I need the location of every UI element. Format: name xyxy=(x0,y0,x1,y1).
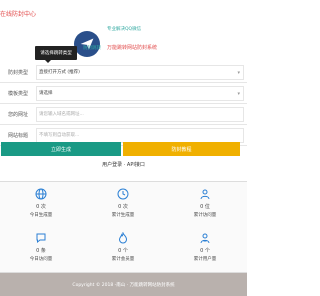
tooltip-text: 请选择跳转类型 xyxy=(40,51,72,56)
brand-left-text: 防封跳转 xyxy=(83,46,101,51)
stat-value: 0 位 xyxy=(200,204,210,210)
url-input[interactable]: 请您输入域名或网址... xyxy=(36,106,244,122)
stat-total-members: 0 个 累计会员量 xyxy=(82,232,164,262)
brand-slogan: 万能跳转网站防封系统 xyxy=(107,45,158,51)
template-label: 模板类型 xyxy=(8,90,29,97)
chevron-down-icon: ▾ xyxy=(237,90,240,97)
generate-button[interactable]: 立即生成 xyxy=(1,142,121,156)
stat-label: 今日访问量 xyxy=(29,257,53,262)
stat-value: 0 个 xyxy=(118,248,128,254)
url-row: 您的网址 请您输入域名或网址... xyxy=(0,104,247,125)
stat-label: 累计生成量 xyxy=(111,213,135,218)
title-placeholder: 不填写则自动获取... xyxy=(39,133,80,138)
stat-today-generated: 0 次 今日生成量 xyxy=(0,188,82,218)
chevron-down-icon: ▾ xyxy=(237,69,240,76)
template-row: 模板类型 请选择 ▾ xyxy=(0,83,247,104)
stat-label: 累计访问量 xyxy=(193,213,217,218)
jump-type-row: 防封类型 直接打开方式 (推荐) ▾ xyxy=(0,62,247,83)
globe-icon xyxy=(35,188,47,200)
template-value: 请选择 xyxy=(39,91,53,96)
stat-value: 0 条 xyxy=(36,248,46,254)
stat-value: 0 次 xyxy=(36,204,46,210)
jump-type-tooltip: 请选择跳转类型 xyxy=(35,46,77,63)
help-button[interactable]: 防封教程 xyxy=(123,142,240,156)
brand-logo xyxy=(74,31,100,57)
copyright-text: Copyright © 2018 -南山 · 万能跳转网站防封系统 xyxy=(72,282,175,288)
jump-form: 防封类型 直接打开方式 (推荐) ▾ 模板类型 请选择 ▾ 您的网址 请您输入域… xyxy=(0,62,247,146)
brand-subtitle: 专业解决QQ微信 xyxy=(107,27,142,32)
url-label: 您的网址 xyxy=(8,111,29,118)
stat-value: 0 个 xyxy=(200,248,210,254)
page-title: 在线防封中心 xyxy=(0,11,37,18)
stat-label: 累计用户量 xyxy=(193,257,217,262)
paper-plane-icon xyxy=(76,33,98,55)
footer: Copyright © 2018 -南山 · 万能跳转网站防封系统 xyxy=(0,273,247,296)
fire-icon xyxy=(118,232,128,244)
template-select[interactable]: 请选择 ▾ xyxy=(36,85,244,101)
jump-type-label: 防封类型 xyxy=(8,69,29,76)
stats-panel: 0 次 今日生成量 0 次 累计生成量 0 位 累计访问量 0 条 今日访问量 … xyxy=(0,181,247,273)
stat-value: 0 次 xyxy=(118,204,128,210)
stat-total-visits: 0 位 累计访问量 xyxy=(164,188,246,218)
user-login-link[interactable]: 用户登录 · API接口 xyxy=(0,161,247,168)
chat-icon xyxy=(36,233,46,244)
stat-total-users: 0 个 累计用户量 xyxy=(164,232,246,262)
jump-type-select[interactable]: 直接打开方式 (推荐) ▾ xyxy=(36,64,244,80)
title-input[interactable]: 不填写则自动获取... xyxy=(36,127,244,143)
clock-icon xyxy=(117,188,129,200)
title-label: 网站标题 xyxy=(8,132,29,139)
stat-label: 累计会员量 xyxy=(111,257,135,262)
stat-total-generated: 0 次 累计生成量 xyxy=(82,188,164,218)
user-group-icon xyxy=(200,233,210,244)
user-icon xyxy=(200,189,210,200)
action-buttons: 立即生成 防封教程 xyxy=(0,142,247,156)
stat-today-visits: 0 条 今日访问量 xyxy=(0,232,82,262)
stat-label: 今日生成量 xyxy=(29,213,53,218)
url-placeholder: 请您输入域名或网址... xyxy=(39,112,84,117)
jump-type-value: 直接打开方式 (推荐) xyxy=(39,70,80,75)
